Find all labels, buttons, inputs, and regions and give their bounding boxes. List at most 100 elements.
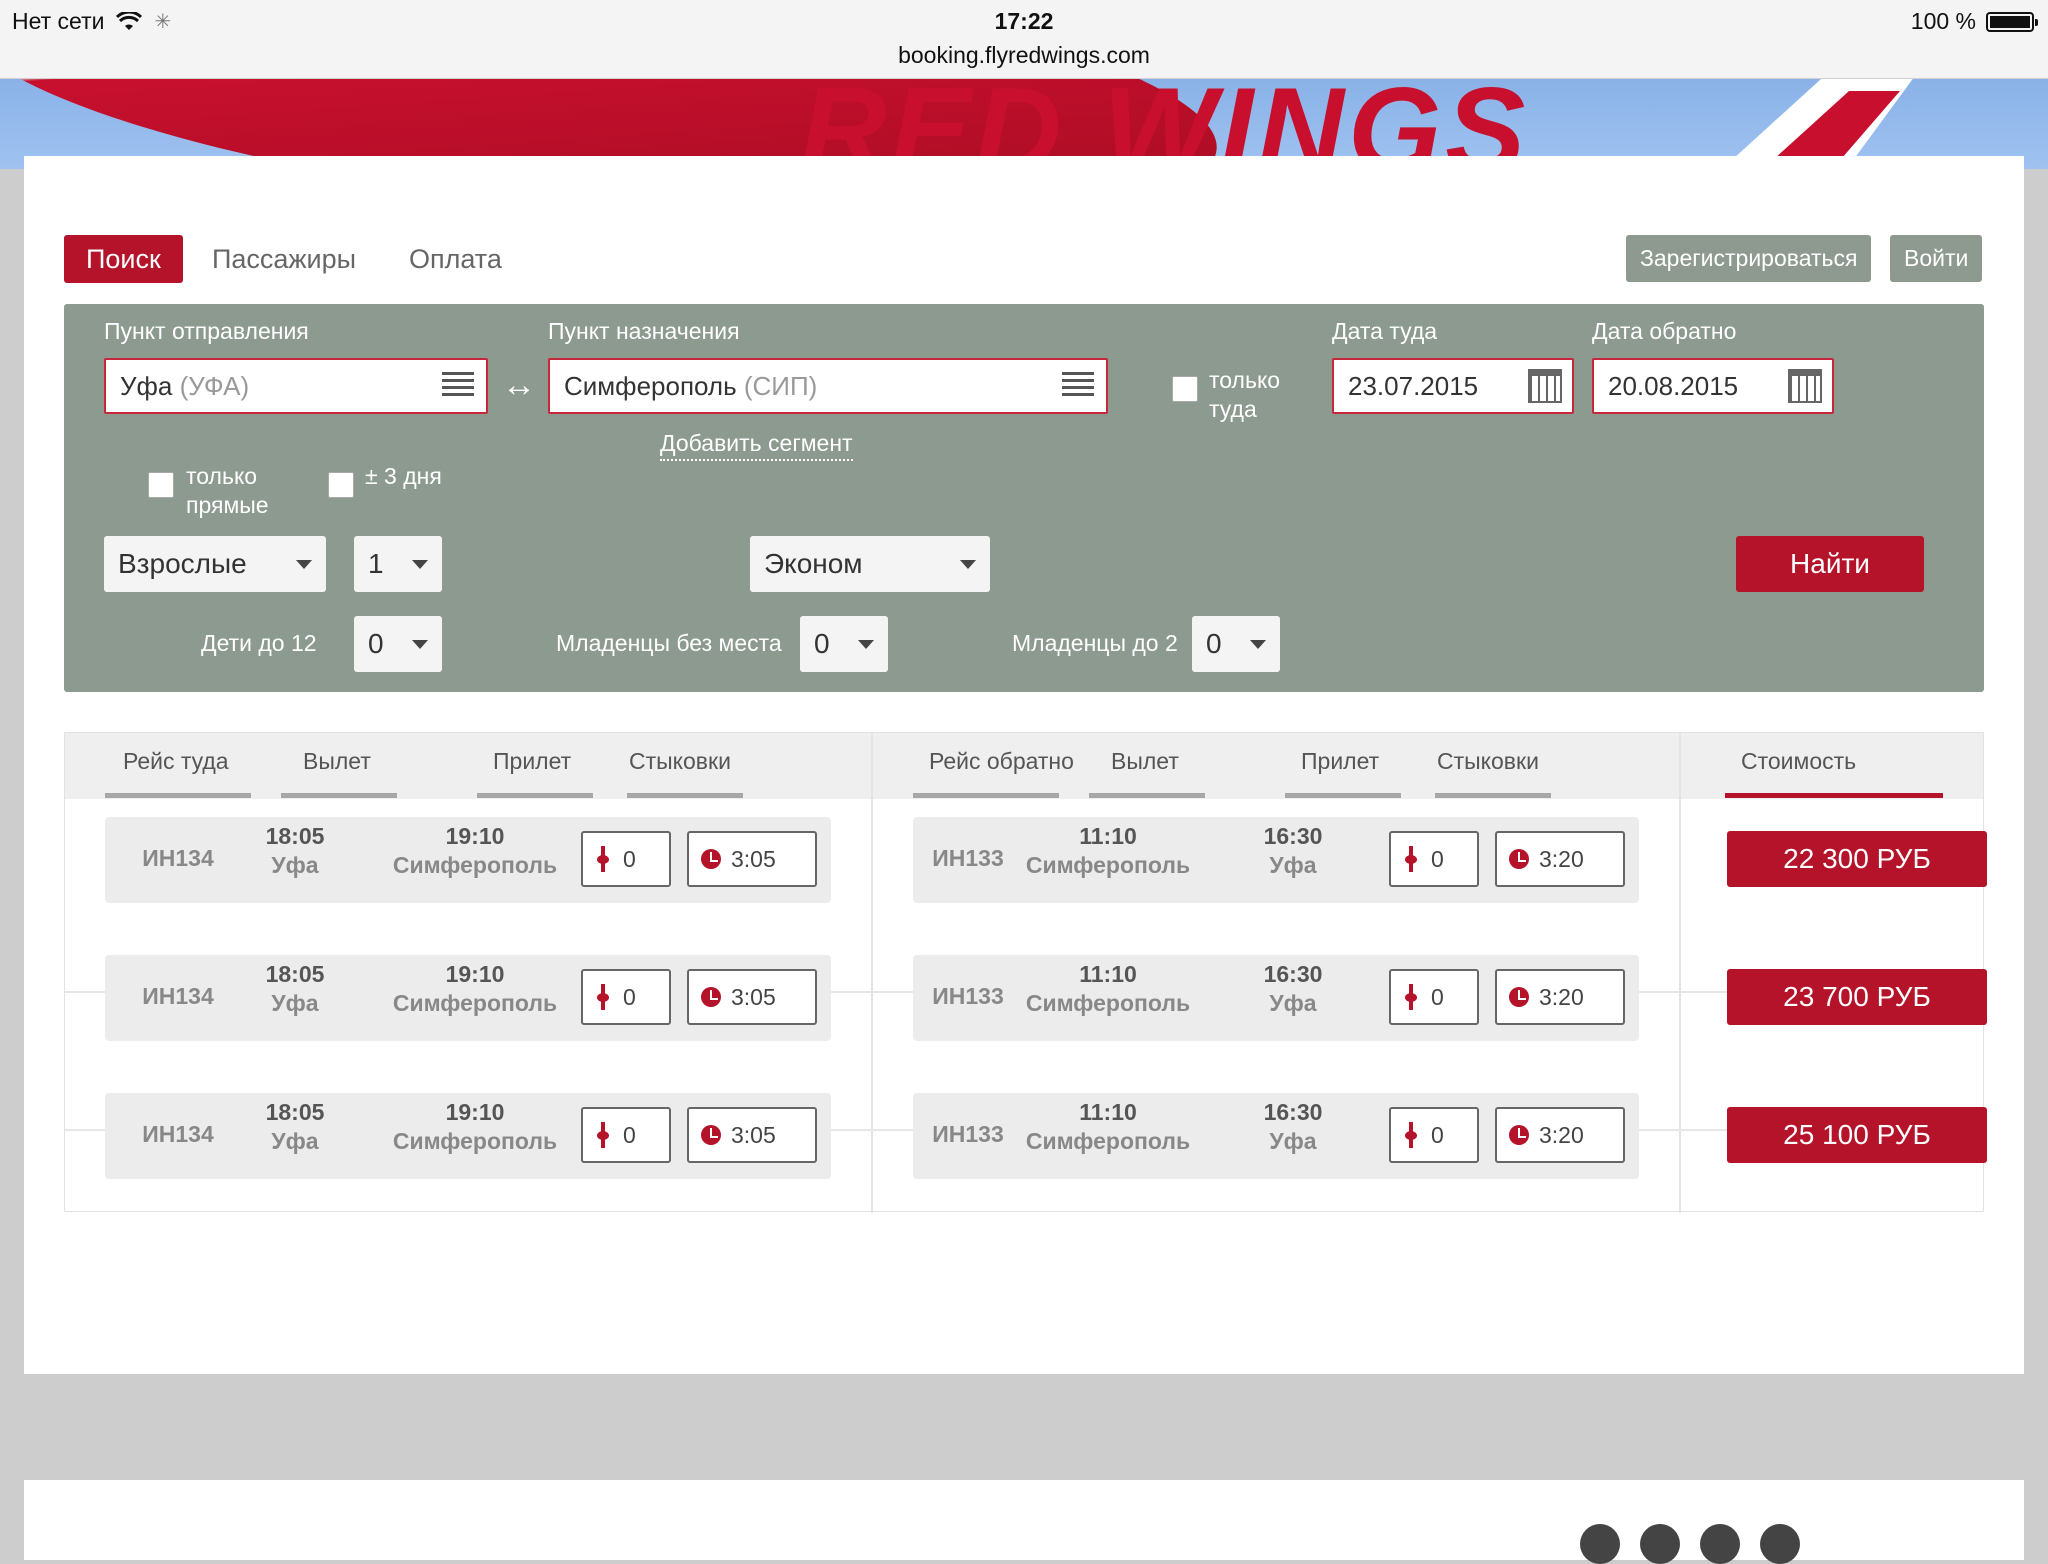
header-return-depart[interactable]: Вылет	[1111, 748, 1179, 775]
stops-count: 0	[623, 1122, 636, 1148]
origin-city: Уфа	[120, 371, 173, 401]
flight-number: ИН133	[932, 845, 1004, 871]
passenger-type-value: Взрослые	[118, 548, 247, 579]
return-segment[interactable]: ИН133 11:10 Симферополь 16:30 Уфа 0 3:20	[913, 817, 1639, 903]
login-button[interactable]: Войти	[1890, 235, 1983, 282]
header-outbound-stops[interactable]: Стыковки	[629, 748, 731, 775]
list-icon[interactable]	[1062, 372, 1094, 400]
tab-passengers[interactable]: Пассажиры	[212, 235, 356, 283]
stops-icon	[597, 984, 609, 1010]
arrival-info: 19:10 Симферополь	[375, 817, 575, 879]
header-outbound-depart[interactable]: Вылет	[303, 748, 371, 775]
price-button[interactable]: 25 100 РУБ	[1727, 1107, 1987, 1163]
arrival-info: 19:10 Симферополь	[375, 1093, 575, 1155]
return-label: Дата обратно	[1592, 318, 1737, 344]
header-underline	[1089, 793, 1205, 798]
header-underline	[1285, 793, 1401, 798]
results-table: Рейс туда Вылет Прилет Стыковки Рейс обр…	[64, 732, 1987, 1213]
adults-select[interactable]: 1	[354, 536, 442, 592]
outbound-segment[interactable]: ИН134 18:05 Уфа 19:10 Симферополь 0 3:05	[105, 1093, 831, 1179]
stops-icon	[1405, 984, 1417, 1010]
header-outbound-arrive[interactable]: Прилет	[493, 748, 571, 775]
chevron-down-icon	[296, 560, 312, 569]
list-icon[interactable]	[442, 372, 474, 400]
infants-no-seat-select[interactable]: 0	[800, 616, 888, 672]
origin-input[interactable]: Уфа (УФА)	[104, 358, 488, 414]
one-way-line1: только	[1209, 367, 1281, 393]
header-underline	[913, 793, 1059, 798]
stops-icon	[1405, 846, 1417, 872]
return-date: 20.08.2015	[1608, 371, 1739, 401]
header-outbound-flight[interactable]: Рейс туда	[123, 748, 229, 775]
register-button[interactable]: Зарегистрироваться	[1626, 235, 1872, 282]
find-button[interactable]: Найти	[1736, 536, 1924, 592]
battery-icon	[1986, 11, 2038, 32]
price-header: Стоимость	[1681, 733, 1983, 799]
clock-text: 17:22	[994, 8, 1054, 34]
destination-input[interactable]: Симферополь (СИП)	[548, 358, 1108, 414]
social-icon[interactable]	[1640, 1524, 1680, 1564]
chevron-down-icon	[412, 560, 428, 569]
flight-number: ИН134	[142, 845, 214, 871]
arrival-city: Симферополь	[392, 852, 558, 878]
return-date-input[interactable]: 20.08.2015	[1592, 358, 1834, 414]
add-segment-link[interactable]: Добавить сегмент	[660, 430, 853, 461]
depart-date-input[interactable]: 23.07.2015	[1332, 358, 1574, 414]
calendar-icon[interactable]	[1788, 369, 1822, 403]
origin-code: (УФА)	[179, 371, 250, 401]
header-underline-active	[1725, 793, 1943, 798]
header-return-arrive[interactable]: Прилет	[1301, 748, 1379, 775]
one-way-checkbox[interactable]	[1172, 376, 1198, 402]
header-return-flight[interactable]: Рейс обратно	[929, 748, 1074, 775]
infants-value: 0	[1206, 628, 1222, 659]
tab-search[interactable]: Поиск	[64, 235, 183, 283]
duration-value: 3:05	[731, 1122, 776, 1148]
direct-only-checkbox[interactable]	[148, 472, 174, 498]
departure-info: 11:10 Симферополь	[1023, 1093, 1193, 1155]
flex-days-checkbox[interactable]	[328, 472, 354, 498]
address-bar[interactable]: booking.flyredwings.com	[0, 42, 2048, 69]
header-price[interactable]: Стоимость	[1741, 748, 1856, 775]
clock-icon	[1509, 1125, 1529, 1145]
return-segment[interactable]: ИН133 11:10 Симферополь 16:30 Уфа 0 3:20	[913, 1093, 1639, 1179]
duration-box: 3:05	[687, 969, 817, 1025]
header-return-stops[interactable]: Стыковки	[1437, 748, 1539, 775]
return-header: Рейс обратно Вылет Прилет Стыковки	[873, 733, 1679, 799]
duration-value: 3:20	[1539, 984, 1584, 1010]
outbound-segment[interactable]: ИН134 18:05 Уфа 19:10 Симферополь 0 3:05	[105, 955, 831, 1041]
passenger-type-select[interactable]: Взрослые	[104, 536, 326, 592]
clock-icon	[701, 987, 721, 1007]
price-button[interactable]: 23 700 РУБ	[1727, 969, 1987, 1025]
departure-city: Уфа	[271, 990, 319, 1016]
swap-icon[interactable]: ↔	[502, 366, 536, 405]
clock-icon	[1509, 849, 1529, 869]
infants-select[interactable]: 0	[1192, 616, 1280, 672]
social-icon[interactable]	[1700, 1524, 1740, 1564]
social-icon[interactable]	[1760, 1524, 1800, 1564]
flight-number: ИН134	[142, 1121, 214, 1147]
children-select[interactable]: 0	[354, 616, 442, 672]
cabin-select[interactable]: Эконом	[750, 536, 990, 592]
tab-payment[interactable]: Оплата	[409, 235, 502, 283]
price-button[interactable]: 22 300 РУБ	[1727, 831, 1987, 887]
duration-value: 3:20	[1539, 1122, 1584, 1148]
infants-no-seat-value: 0	[814, 628, 830, 659]
booking-card: Поиск Пассажиры Оплата Зарегистрироватьс…	[24, 156, 2024, 1374]
return-segment[interactable]: ИН133 11:10 Симферополь 16:30 Уфа 0 3:20	[913, 955, 1639, 1041]
stops-box: 0	[581, 969, 671, 1025]
stops-box: 0	[581, 831, 671, 887]
stops-icon	[597, 1122, 609, 1148]
duration-box: 3:20	[1495, 1107, 1625, 1163]
calendar-icon[interactable]	[1528, 369, 1562, 403]
arrival-city: Уфа	[1269, 852, 1317, 878]
departure-time: 11:10	[1079, 961, 1137, 987]
chevron-down-icon	[412, 640, 428, 649]
departure-city: Уфа	[271, 852, 319, 878]
flight-number: ИН133	[932, 983, 1004, 1009]
clock-icon	[701, 1125, 721, 1145]
social-icon[interactable]	[1580, 1524, 1620, 1564]
outbound-segment[interactable]: ИН134 18:05 Уфа 19:10 Симферополь 0 3:05	[105, 817, 831, 903]
flex-days-label: ± 3 дня	[365, 463, 442, 489]
arrival-info: 19:10 Симферополь	[375, 955, 575, 1017]
status-right: 100 %	[1911, 8, 2038, 35]
